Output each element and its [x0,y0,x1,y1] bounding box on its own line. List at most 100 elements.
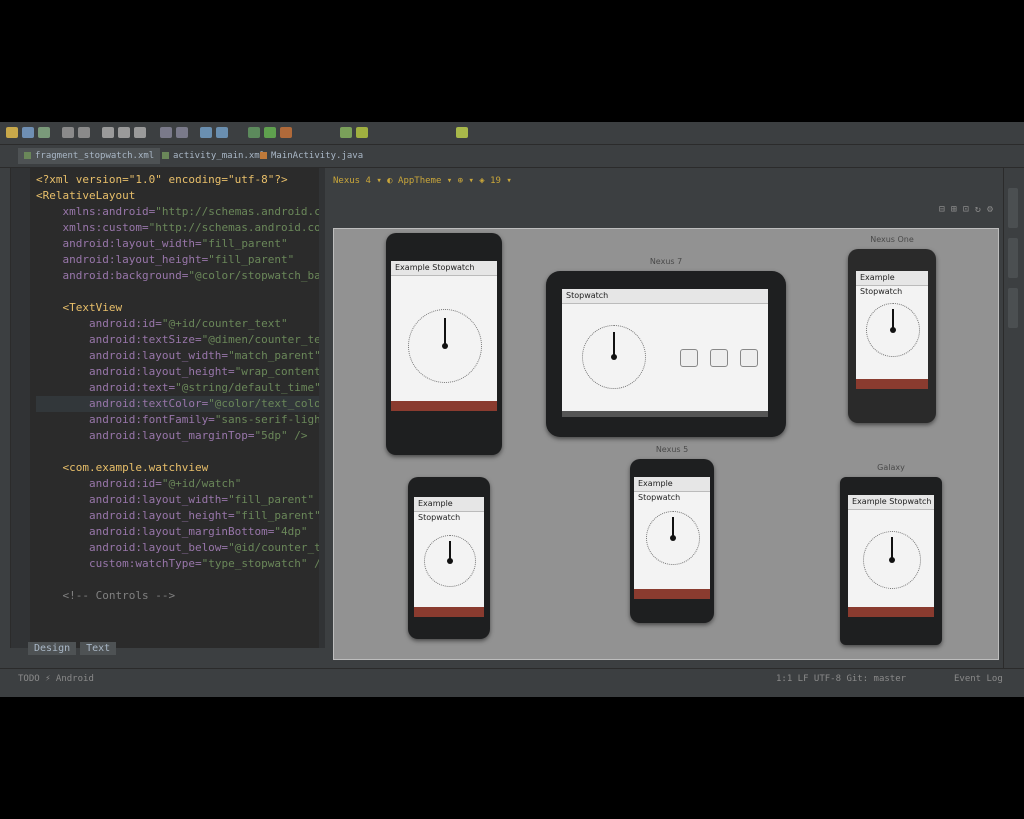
status-bar: TODO ⚡ Android 1:1 LF UTF-8 Git: master … [0,668,1024,693]
code-attribute: android:layout_marginBottom= [36,525,275,538]
right-tool-window-bar [1003,168,1024,668]
preview-tool-button[interactable] [1008,188,1018,228]
event-log-button[interactable]: Event Log [954,674,1003,684]
code-attribute: android:textColor= [36,397,209,410]
code-line[interactable]: <?xml version="1.0" encoding="utf-8"?> [36,172,288,188]
code-line[interactable]: <TextView [36,300,122,316]
code-line[interactable]: android:layout_marginTop="5dp" /> [36,428,308,444]
code-attribute: xmlns:custom= [36,221,149,234]
sync-icon[interactable] [38,127,50,138]
forward-icon[interactable] [216,127,228,138]
code-attribute: android:background= [36,269,189,282]
code-value: "@string/default_time" [175,381,321,394]
tab-fragment-stopwatch[interactable]: fragment_stopwatch.xml [18,148,161,164]
code-line[interactable]: <com.example.watchview [36,460,208,476]
app-title-bar: Stopwatch [562,289,768,304]
code-line[interactable]: android:layout_marginBottom="4dp" [36,524,308,540]
code-line[interactable]: android:layout_height="fill_parent" [36,508,321,524]
copy-icon[interactable] [118,127,130,138]
code-line[interactable]: custom:watchType="type_stopwatch" /> [36,556,322,572]
gradle-tool-button[interactable] [1008,288,1018,328]
code-value: "fill_parent" [228,493,315,506]
tab-text[interactable]: Text [80,642,117,655]
button-bar [856,379,928,389]
code-value: "fill_parent" [208,253,295,266]
code-value: "sans-serif-light" [214,413,322,426]
cut-icon[interactable] [102,127,114,138]
code-line[interactable]: android:layout_width="match_parent" [36,348,321,364]
search-icon[interactable] [160,127,172,138]
redo-icon[interactable] [78,127,90,138]
code-line[interactable]: android:id="@+id/watch" [36,476,241,492]
paste-icon[interactable] [134,127,146,138]
code-line[interactable]: android:layout_height="fill_parent" [36,252,294,268]
code-attribute: android:layout_marginTop= [36,429,255,442]
code-value: "@+id/watch" [161,477,242,490]
run-icon[interactable] [264,127,276,138]
code-line[interactable]: android:layout_width="fill_parent" [36,236,287,252]
device-preview-5: Nexus 5 Example Stopwatch [630,445,714,623]
device-preview-2: Nexus 7 Stopwatch [546,257,786,437]
code-line[interactable]: xmlns:custom="http://schemas.android.com… [36,220,322,236]
button-bar [391,401,497,411]
app-title-bar: Example Stopwatch [391,261,497,276]
device-label: Nexus 7 [649,257,683,266]
code-attribute: android:layout_below= [36,541,229,554]
code-value: "match_parent" [228,349,321,362]
zoom-controls[interactable]: ⊟ ⊞ ⊡ ↻ ⚙ [939,204,993,215]
debug-icon[interactable] [280,127,292,138]
code-line[interactable]: android:background="@color/stopwatch_bac… [36,268,322,284]
back-icon[interactable] [200,127,212,138]
layout-preview-panel: Nexus 4 ▾ ◐ AppTheme ▾ ⊕ ▾ ◈ 19 ▾ ⊟ ⊞ ⊡ … [327,168,1003,666]
code-tag: <com.example.watchview [36,461,209,474]
device-preview-6: Galaxy Example Stopwatch [840,463,942,645]
avd-manager-icon[interactable] [356,127,368,138]
code-line[interactable]: android:textColor="@color/text_color" [36,396,322,412]
code-value: "http://schemas.android.com/apk/res/andr… [155,205,322,218]
code-line[interactable]: android:fontFamily="sans-serif-light" [36,412,322,428]
code-attribute: android:fontFamily= [36,413,215,426]
code-comment: <!-- Controls --> [36,589,176,602]
code-line[interactable]: <!-- Controls --> [36,588,175,604]
preview-toolbar[interactable]: Nexus 4 ▾ ◐ AppTheme ▾ ⊕ ▾ ◈ 19 ▾ [333,176,1009,192]
open-icon[interactable] [6,127,18,138]
code-editor[interactable]: <?xml version="1.0" encoding="utf-8"?> <R… [30,168,322,648]
code-attribute: xmlns:android= [36,205,156,218]
code-line[interactable]: android:id="@+id/counter_text" [36,316,288,332]
code-line[interactable]: xmlns:android="http://schemas.android.co… [36,204,322,220]
device-label: Nexus 5 [655,445,689,454]
left-tool-window-bar [0,168,11,648]
stopwatch-dial [424,535,476,587]
code-line[interactable]: <RelativeLayout [36,188,135,204]
code-line[interactable]: android:layout_height="wrap_content" [36,364,322,380]
sdk-manager-icon[interactable] [340,127,352,138]
button-bar [848,607,934,617]
code-tag: <?xml version="1.0" encoding="utf-8"?> [36,173,288,186]
code-line[interactable]: android:layout_width="fill_parent" [36,492,314,508]
maven-tool-button[interactable] [1008,238,1018,278]
undo-icon[interactable] [62,127,74,138]
app-title-bar: Example Stopwatch [856,271,928,296]
status-left[interactable]: TODO ⚡ Android [18,674,94,684]
code-line[interactable]: android:textSize="@dimen/counter_text_si… [36,332,322,348]
code-value: "http://schemas.android.com/apk/res-auto… [148,221,322,234]
help-icon[interactable] [456,127,468,138]
error-stripe [319,168,325,648]
preview-canvas: Example Stopwatch Nexus 7 Stopwatch Nexu [333,228,999,660]
code-line[interactable]: android:layout_below="@id/counter_text" [36,540,322,556]
code-value: "type_stopwatch" /> [201,557,322,570]
device-label: Galaxy [877,463,905,472]
button-bar [634,589,710,599]
main-toolbar [0,122,1024,145]
code-line[interactable]: android:text="@string/default_time" [36,380,321,396]
stopwatch-dial [863,531,921,589]
stopwatch-dial [646,511,700,565]
code-value: "@color/text_color" [208,397,322,410]
build-icon[interactable] [248,127,260,138]
tab-design[interactable]: Design [28,642,77,655]
code-attribute: android:layout_width= [36,349,229,362]
save-icon[interactable] [22,127,34,138]
stopwatch-dial [408,309,482,383]
tab-main-activity[interactable]: MainActivity.java [254,148,369,164]
replace-icon[interactable] [176,127,188,138]
